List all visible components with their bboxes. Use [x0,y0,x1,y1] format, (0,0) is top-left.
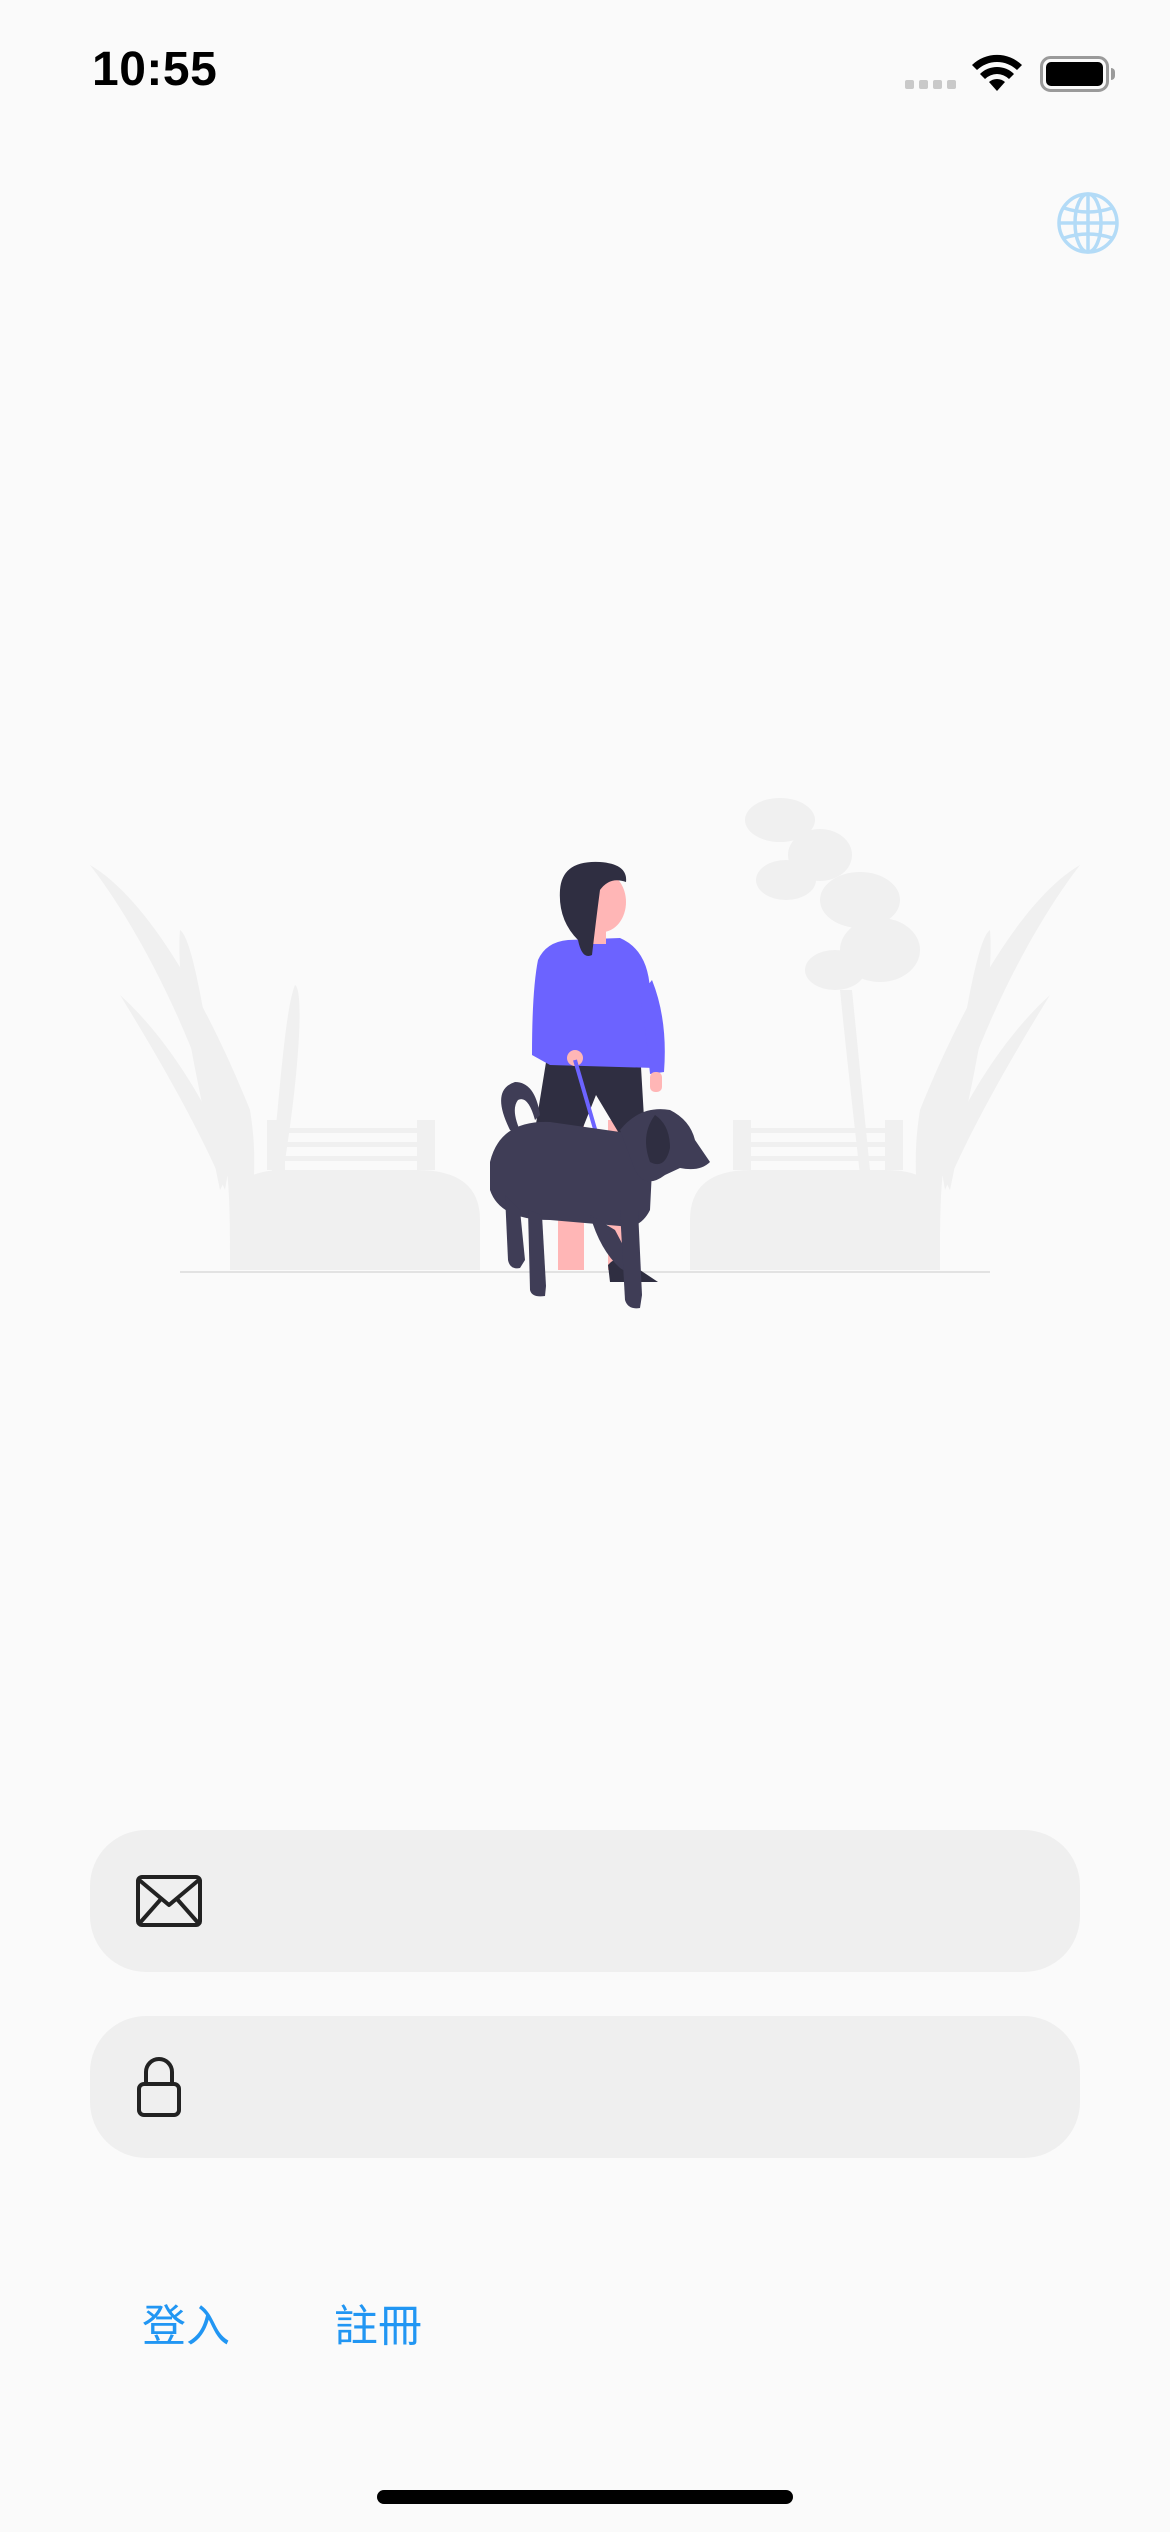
status-bar: 10:55 [0,0,1170,140]
email-input[interactable] [240,1830,1030,1972]
battery-icon [1040,56,1115,92]
walking-dog-illustration [90,798,1080,1309]
status-time: 10:55 [92,43,218,96]
email-field[interactable] [90,1830,1080,1972]
password-field[interactable] [90,2016,1080,2158]
wifi-icon [972,54,1022,91]
home-indicator[interactable] [377,2490,793,2504]
login-button[interactable]: 登入 [142,2290,230,2354]
globe-icon[interactable] [1055,190,1121,256]
password-input[interactable] [240,2016,1030,2158]
envelope-icon [136,1875,202,1927]
register-button[interactable]: 註冊 [334,2290,422,2354]
cellular-signal-icon [905,80,956,89]
lock-icon [137,2057,181,2117]
